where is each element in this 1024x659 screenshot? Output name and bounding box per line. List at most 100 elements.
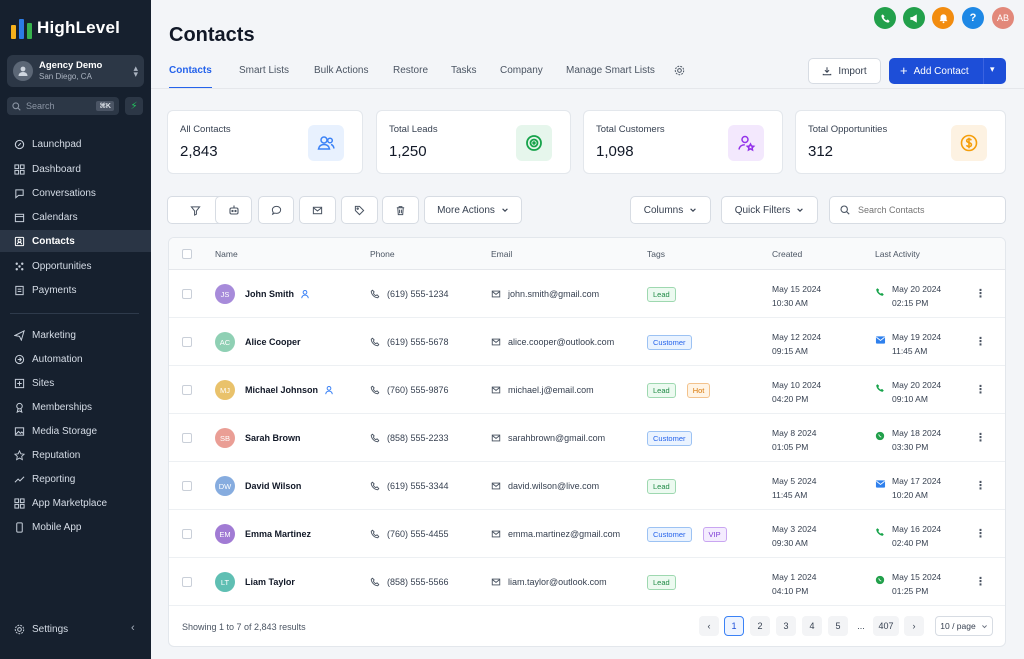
row-more-kebab-icon[interactable]: ⋮ xyxy=(975,335,986,348)
column-header-email[interactable]: Email xyxy=(491,249,512,259)
email-cell[interactable]: michael.j@email.com xyxy=(491,385,594,395)
tag-badge[interactable]: Customer xyxy=(647,335,692,350)
row-checkbox[interactable] xyxy=(182,529,192,539)
table-row[interactable]: AC Alice Cooper (619) 555-5678 alice.cooper… xyxy=(169,318,1005,366)
import-button[interactable]: Import xyxy=(808,58,881,84)
row-more-kebab-icon[interactable]: ⋮ xyxy=(975,287,986,300)
help-icon[interactable]: ? xyxy=(962,7,984,29)
table-row[interactable]: EM Emma Martinez (760) 555-4455 emma.martin… xyxy=(169,510,1005,558)
table-row[interactable]: DW David Wilson (619) 555-3344 david.wilson… xyxy=(169,462,1005,510)
sidebar-item-opportunities[interactable]: Opportunities xyxy=(0,255,151,277)
search-contacts-box[interactable] xyxy=(829,196,1006,224)
quick-filters-dropdown[interactable]: Quick Filters xyxy=(721,196,818,224)
phone-cell[interactable]: (619) 555-3344 xyxy=(370,481,449,491)
row-more-kebab-icon[interactable]: ⋮ xyxy=(975,479,986,492)
tab-contacts[interactable]: Contacts xyxy=(169,60,212,89)
contact-name[interactable]: John Smith xyxy=(245,289,310,299)
page-button-4[interactable]: 4 xyxy=(802,616,822,636)
per-page-select[interactable]: 10 / page xyxy=(935,616,993,636)
page-button-2[interactable]: 2 xyxy=(750,616,770,636)
sidebar-item-mobile-app[interactable]: Mobile App xyxy=(0,516,151,538)
more-actions-dropdown[interactable]: More Actions xyxy=(424,196,522,224)
tab-settings-gear-icon[interactable] xyxy=(674,60,685,89)
select-all-checkbox[interactable] xyxy=(182,249,192,259)
sidebar-item-payments[interactable]: Payments xyxy=(0,279,151,301)
column-header-tags[interactable]: Tags xyxy=(647,249,665,259)
tag-badge[interactable]: Lead xyxy=(647,479,676,494)
phone-cell[interactable]: (619) 555-1234 xyxy=(370,289,449,299)
tag-badge[interactable]: VIP xyxy=(702,527,727,542)
table-row[interactable]: MJ Michael Johnson (760) 555-9876 michael.j… xyxy=(169,366,1005,414)
page-button-3[interactable]: 3 xyxy=(776,616,796,636)
row-more-kebab-icon[interactable]: ⋮ xyxy=(975,431,986,444)
next-page-button[interactable]: › xyxy=(904,616,924,636)
table-row[interactable]: SB Sarah Brown (858) 555-2233 sarahbrown@gm… xyxy=(169,414,1005,462)
row-checkbox[interactable] xyxy=(182,433,192,443)
email-cell[interactable]: liam.taylor@outlook.com xyxy=(491,577,607,587)
tab-company[interactable]: Company xyxy=(500,60,543,89)
search-contacts-input[interactable] xyxy=(858,205,998,215)
page-button-5[interactable]: 5 xyxy=(828,616,848,636)
email-cell[interactable]: emma.martinez@gmail.com xyxy=(491,529,620,539)
table-row[interactable]: JS John Smith (619) 555-1234 john.smith@gma… xyxy=(169,270,1005,318)
sidebar-item-conversations[interactable]: Conversations xyxy=(0,182,151,204)
bell-icon[interactable] xyxy=(932,7,954,29)
tag-badge[interactable]: Customer xyxy=(647,527,692,542)
sidebar-item-automation[interactable]: Automation xyxy=(0,348,151,370)
tab-tasks[interactable]: Tasks xyxy=(451,60,477,89)
page-button-1[interactable]: 1 xyxy=(724,616,744,636)
columns-dropdown[interactable]: Columns xyxy=(630,196,711,224)
contact-name[interactable]: David Wilson xyxy=(245,481,301,491)
sidebar-item-dashboard[interactable]: Dashboard xyxy=(0,158,151,180)
stat-card-all-contacts[interactable]: All Contacts 2,843 xyxy=(167,110,363,174)
logo[interactable]: HighLevel xyxy=(11,17,120,39)
add-tag-button[interactable] xyxy=(341,196,378,224)
delete-button[interactable] xyxy=(382,196,419,224)
sidebar-item-reporting[interactable]: Reporting xyxy=(0,468,151,490)
email-cell[interactable]: david.wilson@live.com xyxy=(491,481,599,491)
row-more-kebab-icon[interactable]: ⋮ xyxy=(975,575,986,588)
sidebar-item-sites[interactable]: Sites xyxy=(0,372,151,394)
column-header-created[interactable]: Created xyxy=(772,249,802,259)
row-checkbox[interactable] xyxy=(182,385,192,395)
send-sms-button[interactable] xyxy=(258,196,294,224)
quick-action-bolt-icon[interactable]: ⚡ xyxy=(125,97,143,115)
account-switcher[interactable]: Agency Demo San Diego, CA ▴ ▾ xyxy=(7,55,144,87)
chevron-down-icon[interactable]: ▾ xyxy=(990,64,995,75)
tag-badge[interactable]: Lead xyxy=(647,383,676,398)
sidebar-item-launchpad[interactable]: Launchpad xyxy=(0,133,151,155)
phone-cell[interactable]: (760) 555-9876 xyxy=(370,385,449,395)
tab-smart-lists[interactable]: Smart Lists xyxy=(239,60,289,89)
contact-name[interactable]: Emma Martinez xyxy=(245,529,311,539)
contact-name[interactable]: Liam Taylor xyxy=(245,577,295,587)
row-checkbox[interactable] xyxy=(182,481,192,491)
tab-restore[interactable]: Restore xyxy=(393,60,428,89)
contact-name[interactable]: Alice Cooper xyxy=(245,337,301,347)
phone-cell[interactable]: (760) 555-4455 xyxy=(370,529,449,539)
sidebar-item-settings[interactable]: Settings xyxy=(0,618,151,640)
sidebar-item-calendars[interactable]: Calendars xyxy=(0,206,151,228)
row-checkbox[interactable] xyxy=(182,289,192,299)
sidebar-item-memberships[interactable]: Memberships xyxy=(0,396,151,418)
megaphone-icon[interactable] xyxy=(903,7,925,29)
tab-manage-smart-lists[interactable]: Manage Smart Lists xyxy=(566,60,655,89)
email-cell[interactable]: sarahbrown@gmail.com xyxy=(491,433,605,443)
sidebar-item-reputation[interactable]: Reputation xyxy=(0,444,151,466)
tag-badge[interactable]: Customer xyxy=(647,431,692,446)
tag-badge[interactable]: Hot xyxy=(686,383,711,398)
sidebar-search-input[interactable]: Search ⌘K xyxy=(7,97,119,115)
tag-badge[interactable]: Lead xyxy=(647,287,676,302)
prev-page-button[interactable]: ‹ xyxy=(699,616,719,636)
collapse-sidebar-chevron-icon[interactable]: ‹ xyxy=(131,622,135,634)
contact-name[interactable]: Sarah Brown xyxy=(245,433,301,443)
stat-card-total-leads[interactable]: Total Leads 1,250 xyxy=(376,110,571,174)
send-email-button[interactable] xyxy=(299,196,336,224)
stat-card-total-opportunities[interactable]: Total Opportunities 312 xyxy=(795,110,1006,174)
row-more-kebab-icon[interactable]: ⋮ xyxy=(975,527,986,540)
phone-cell[interactable]: (858) 555-2233 xyxy=(370,433,449,443)
add-contact-button[interactable]: + Add Contact ▾ xyxy=(889,58,1006,84)
email-cell[interactable]: john.smith@gmail.com xyxy=(491,289,599,299)
contact-name[interactable]: Michael Johnson xyxy=(245,385,334,395)
phone-icon[interactable] xyxy=(874,7,896,29)
row-checkbox[interactable] xyxy=(182,337,192,347)
